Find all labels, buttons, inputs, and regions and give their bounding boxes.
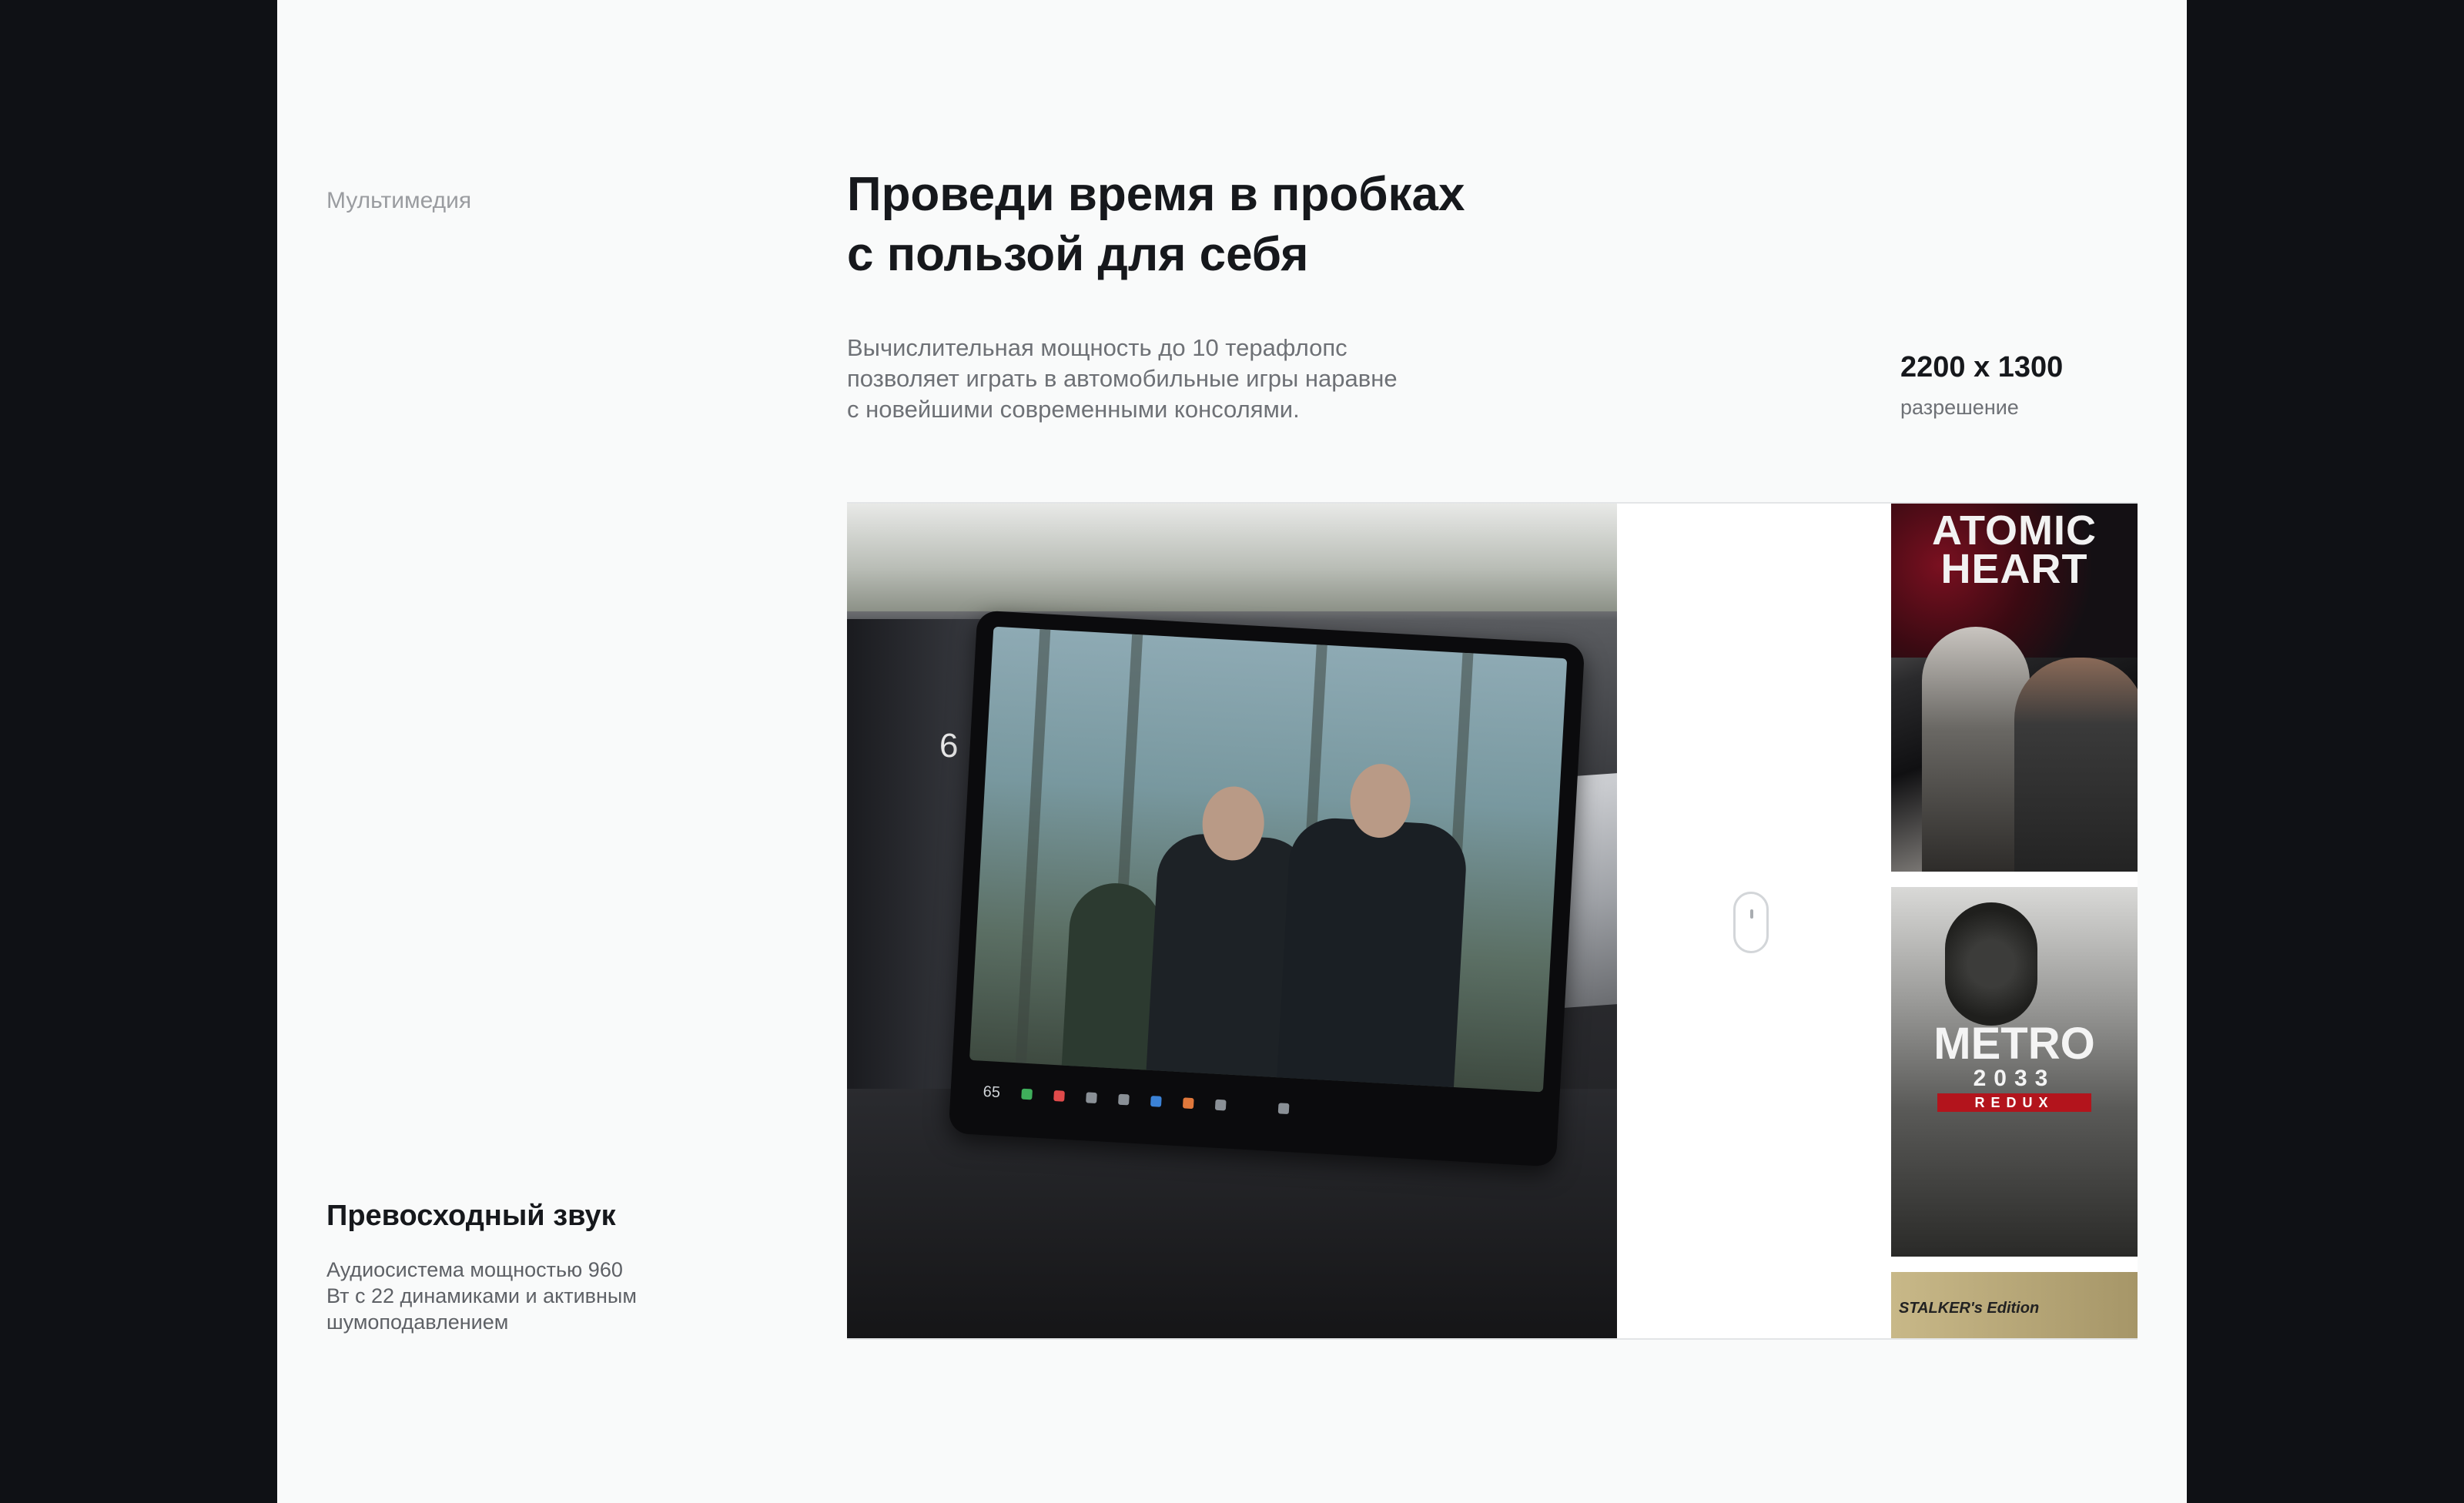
phone-icon <box>1021 1088 1033 1100</box>
apps-icon <box>1118 1093 1130 1106</box>
windshield-view <box>847 504 1617 611</box>
feature-line-1: Аудиосистема мощностью 960 <box>326 1258 623 1281</box>
feature-line-2: Вт с 22 динамиками и активным <box>326 1284 637 1307</box>
feature-title: Превосходный звук <box>326 1200 616 1232</box>
game-title-line: ATOMIC <box>1932 507 2097 554</box>
game-title-line: HEART <box>1940 546 2088 592</box>
scene-figure <box>1276 815 1468 1093</box>
feature-line-3: шумоподавлением <box>326 1311 509 1334</box>
title-line-2: с пользой для себя <box>847 228 1309 281</box>
game-subtitle: 2033 <box>1973 1066 2056 1091</box>
cover-artwork <box>1945 902 2037 1026</box>
volume-icon <box>1277 1103 1290 1115</box>
game-title: METRO <box>1933 1019 2095 1069</box>
game-cover-stalker[interactable]: STALKER's Edition <box>1891 1272 2138 1338</box>
description-line-1: Вычислительная мощность до 10 терафлопс <box>847 334 1348 361</box>
car-screen-photo: 6 65 <box>847 504 1617 1338</box>
game-title: ATOMIC HEART <box>1891 507 2138 592</box>
game-title: STALKER's Edition <box>1899 1300 2040 1317</box>
cover-artwork <box>2014 658 2138 872</box>
resolution-value: 2200 x 1300 <box>1900 351 2064 383</box>
mouse-icon <box>1733 892 1769 953</box>
title-line-1: Проведи время в пробках <box>847 168 1465 221</box>
calendar-icon <box>1053 1090 1066 1102</box>
speed-readout: 65 <box>983 1083 1001 1101</box>
bluetooth-icon <box>1150 1096 1162 1107</box>
touchscreen-display <box>969 626 1568 1093</box>
media-gallery: 6 65 ATOMIC HEART METRO 2033 REDUX STALK… <box>847 502 2138 1340</box>
gear-indicator: 6 <box>939 727 959 765</box>
touchscreen: 65 <box>948 610 1585 1167</box>
description-line-2: позволяет играть в автомобильные игры на… <box>847 365 1398 392</box>
joystick-icon <box>1215 1099 1227 1111</box>
content-page: Мультимедия Проведи время в пробках с по… <box>277 0 2187 1503</box>
feature-description: Аудиосистема мощностью 960 Вт с 22 динам… <box>326 1257 696 1335</box>
media-icon <box>1183 1097 1194 1110</box>
game-edition: REDUX <box>1937 1093 2091 1112</box>
description: Вычислительная мощность до 10 терафлопс … <box>847 333 1478 425</box>
page-title: Проведи время в пробках с пользой для се… <box>847 165 1617 285</box>
game-cover-metro[interactable]: METRO 2033 REDUX <box>1891 887 2138 1257</box>
scene-tree <box>1015 629 1051 1063</box>
description-line-3: с новейшими современными консолями. <box>847 396 1300 423</box>
cover-artwork <box>1922 627 2030 872</box>
game-cover-atomic-heart[interactable]: ATOMIC HEART <box>1891 504 2138 872</box>
resolution-label: разрешение <box>1900 396 2019 419</box>
camera-icon <box>1086 1092 1098 1104</box>
section-label: Мультимедия <box>326 188 472 213</box>
